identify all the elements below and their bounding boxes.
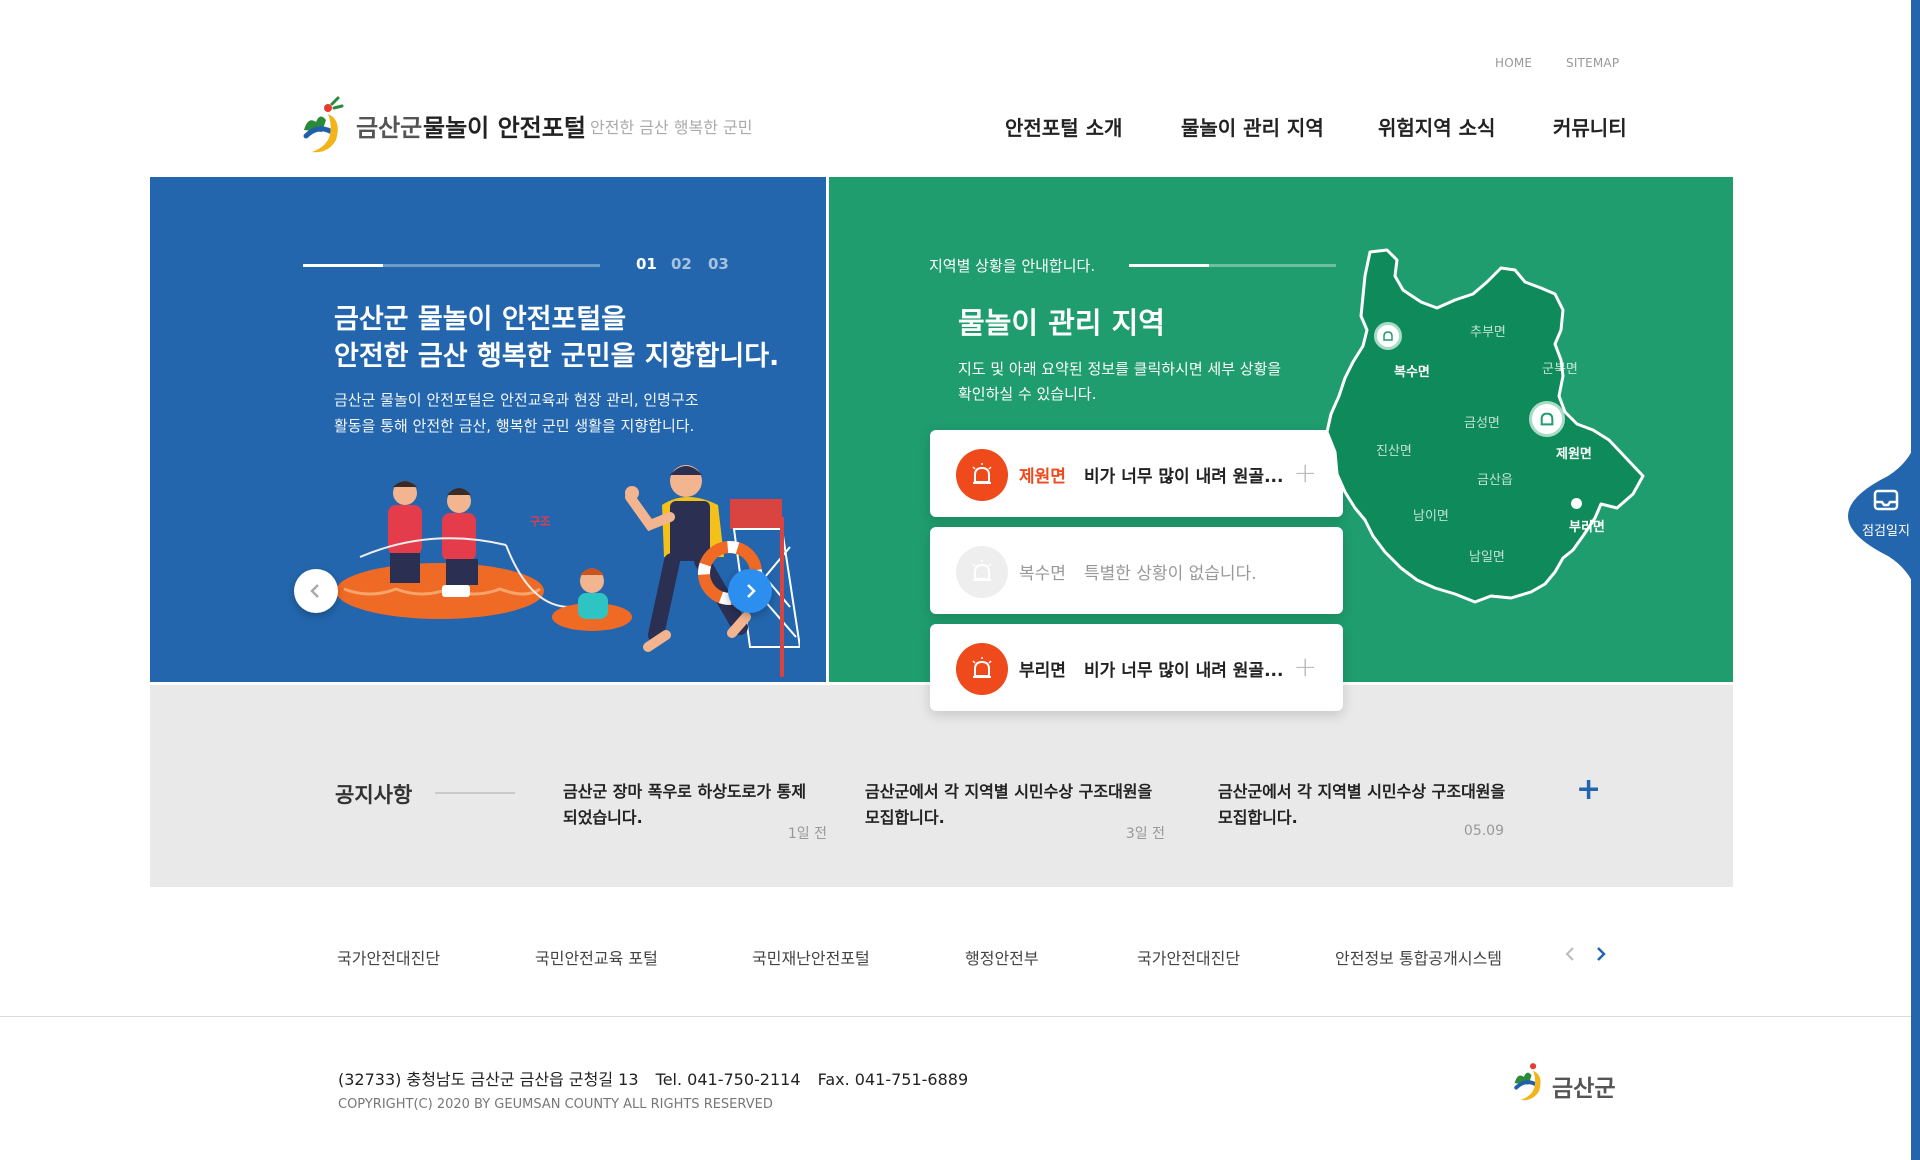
footer-copyright: COPYRIGHT(C) 2020 BY GEUMSAN COUNTY ALL …	[338, 1097, 773, 1112]
footer-divider	[0, 1016, 1911, 1017]
inspection-log-button[interactable]: 점검일지	[1858, 488, 1914, 539]
card-message: 특별한 상황이 없습니다.	[1084, 564, 1257, 584]
map-label-boksu[interactable]: 복수면	[1394, 361, 1430, 380]
siren-icon	[956, 546, 1008, 598]
regions-progress-fill	[1129, 264, 1209, 267]
siren-icon	[956, 449, 1008, 501]
map-label-geumseong[interactable]: 금성면	[1464, 412, 1500, 431]
gnb-portal-intro[interactable]: 안전포털 소개	[1005, 112, 1122, 141]
geumsan-logo[interactable]	[298, 96, 350, 156]
map-label-namil[interactable]: 남일면	[1469, 546, 1505, 565]
chevron-left-icon	[310, 584, 319, 598]
hero-desc-line2: 활동을 통해 안전한 금산, 행복한 군민 생활을 지향합니다.	[334, 417, 695, 435]
gnb-managed-areas[interactable]: 물놀이 관리 지역	[1181, 112, 1324, 141]
link-mois[interactable]: 행정안전부	[965, 945, 1039, 969]
siren-icon	[1540, 412, 1554, 426]
card-message: 비가 너무 많이 내려 원골...	[1084, 661, 1284, 681]
link-disaster-portal[interactable]: 국민재난안전포털	[752, 945, 870, 969]
siren-icon	[1383, 331, 1393, 341]
notice-item-line1: 금산군에서 각 지역별 시민수상 구조대원을	[865, 782, 1153, 801]
slide-prev-button[interactable]	[294, 569, 338, 613]
regions-desc-line2: 확인하실 수 있습니다.	[958, 385, 1097, 403]
map-label-jewon[interactable]: 제원면	[1556, 443, 1592, 462]
plus-icon[interactable]: +	[1294, 650, 1317, 683]
hero-desc-line1: 금산군 물놀이 안전포털은 안전교육과 현장 관리, 인명구조	[334, 391, 699, 409]
footer-logo-text: 금산군	[1552, 1076, 1616, 1102]
hero-title-line1: 금산군 물놀이 안전포털을	[334, 304, 627, 335]
inbox-icon	[1873, 489, 1899, 511]
hero-title-line2: 안전한 금산 행복한 군민을 지향합니다.	[334, 341, 780, 372]
notice-item-line1: 금산군 장마 폭우로 하상도로가 통제	[563, 782, 807, 801]
region-card-boksu[interactable]: 복수면 특별한 상황이 없습니다.	[930, 527, 1343, 614]
brand-county: 금산군	[356, 114, 423, 142]
plus-icon[interactable]: +	[1294, 456, 1317, 489]
notice-date: 05.09	[1463, 823, 1504, 839]
links-next-button[interactable]	[1595, 946, 1607, 966]
map-dot-buri[interactable]	[1571, 498, 1582, 509]
inspection-log-label: 점검일지	[1862, 524, 1910, 539]
footer-address: (32733) 충청남도 금산군 금산읍 군청길 13	[338, 1070, 639, 1089]
slide-page-3[interactable]: 03	[708, 255, 729, 273]
map-label-buri[interactable]: 부리면	[1569, 516, 1605, 535]
map-label-chubu[interactable]: 추부면	[1470, 321, 1506, 340]
notice-date: 1일 전	[787, 826, 827, 842]
regions-intro: 지역별 상황을 안내합니다.	[929, 257, 1096, 275]
slide-page-2[interactable]: 02	[671, 255, 692, 273]
link-safety-info[interactable]: 안전정보 통합공개시스템	[1335, 945, 1502, 969]
card-message: 비가 너무 많이 내려 원골...	[1084, 467, 1284, 487]
regions-desc-line1: 지도 및 아래 요약된 정보를 클릭하시면 세부 상황을	[958, 360, 1282, 378]
card-region: 제원면	[1019, 467, 1066, 487]
chevron-right-icon	[747, 584, 756, 598]
rescue-illustration	[336, 465, 800, 677]
hero-description: 금산군 물놀이 안전포털은 안전교육과 현장 관리, 인명구조 활동을 통해 안…	[334, 387, 734, 439]
card-region: 복수면	[1019, 564, 1066, 584]
footer-logo: 금산군	[1508, 1057, 1618, 1105]
map-pin-jewon[interactable]	[1529, 401, 1565, 437]
map-pin-boksu[interactable]	[1374, 322, 1402, 350]
regions-description: 지도 및 아래 요약된 정보를 클릭하시면 세부 상황을 확인하실 수 있습니다…	[958, 357, 1298, 407]
slide-page-1[interactable]: 01	[636, 255, 657, 273]
chevron-left-icon	[1565, 947, 1574, 961]
link-national-safety-2[interactable]: 국가안전대진단	[1137, 945, 1240, 969]
footer-contact: (32733) 충청남도 금산군 금산읍 군청길 13 Tel. 041-750…	[338, 1066, 968, 1090]
map-label-geumsan-eup[interactable]: 금산읍	[1477, 469, 1513, 488]
gnb-community[interactable]: 커뮤니티	[1553, 112, 1627, 141]
map-label-gunbuk[interactable]: 군북면	[1542, 358, 1578, 377]
link-safety-education[interactable]: 국민안전교육 포털	[535, 945, 658, 969]
slide-next-button[interactable]	[728, 569, 772, 613]
region-card-buri[interactable]: 부리면 비가 너무 많이 내려 원골... +	[930, 624, 1343, 711]
sitemap-link[interactable]: SITEMAP	[1566, 56, 1619, 70]
chevron-right-icon	[1597, 947, 1606, 961]
footer-fax: Fax. 041-751-6889	[817, 1070, 969, 1089]
card-region: 부리면	[1019, 661, 1066, 681]
home-link[interactable]: HOME	[1495, 56, 1532, 70]
link-national-safety[interactable]: 국가안전대진단	[337, 945, 440, 969]
map-label-jinsan[interactable]: 진산면	[1376, 440, 1412, 459]
rescue-text: 구조	[530, 515, 551, 528]
notice-more-button[interactable]: +	[1576, 772, 1601, 807]
hero-title: 금산군 물놀이 안전포털을 안전한 금산 행복한 군민을 지향합니다.	[334, 301, 780, 375]
brand-portal: 물놀이 안전포털	[423, 114, 586, 142]
region-card-jewon[interactable]: 제원면 비가 너무 많이 내려 원골... +	[930, 430, 1343, 517]
map-label-nami[interactable]: 남이면	[1413, 505, 1449, 524]
links-prev-button[interactable]	[1564, 946, 1576, 966]
notice-item-line1: 금산군에서 각 지역별 시민수상 구조대원을	[1218, 782, 1506, 801]
regions-title: 물놀이 관리 지역	[958, 306, 1165, 340]
gnb-risk-news[interactable]: 위험지역 소식	[1378, 112, 1495, 141]
notice-date: 3일 전	[1125, 826, 1165, 842]
notice-title: 공지사항	[335, 783, 413, 807]
notice-divider	[435, 792, 515, 794]
slide-progress-fill	[303, 264, 383, 267]
siren-icon	[956, 643, 1008, 695]
slogan: 안전한 금산 행복한 군민	[590, 118, 753, 137]
footer-tel: Tel. 041-750-2114	[655, 1070, 801, 1089]
